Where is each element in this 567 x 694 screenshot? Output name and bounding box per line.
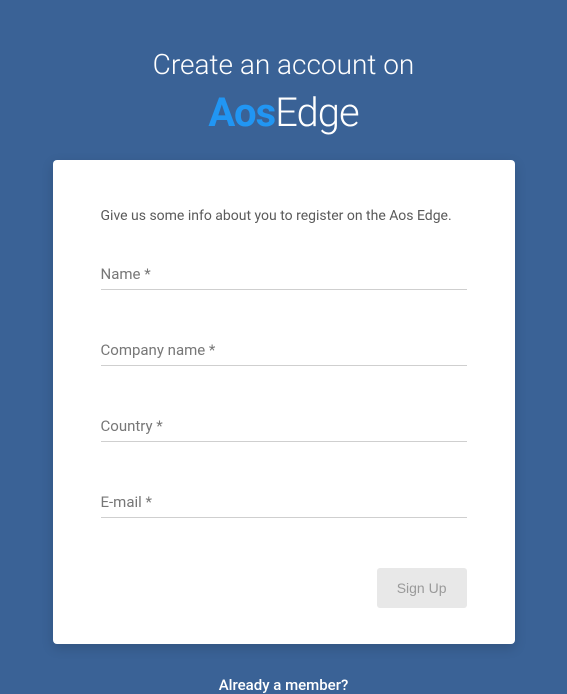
- signup-row: Sign Up: [101, 568, 467, 608]
- signup-button[interactable]: Sign Up: [377, 568, 467, 608]
- page-header: Create an account on AosEdge: [153, 0, 415, 160]
- signup-card: Give us some info about you to register …: [53, 160, 515, 644]
- card-intro-text: Give us some info about you to register …: [101, 208, 467, 224]
- logo-aos: Aos: [208, 89, 275, 136]
- logo: AosEdge: [153, 89, 415, 136]
- email-label: E-mail *: [101, 493, 152, 511]
- country-field[interactable]: Country *: [101, 416, 467, 442]
- header-title: Create an account on: [153, 48, 415, 81]
- company-label: Company name *: [101, 341, 216, 359]
- footer-already-member[interactable]: Already a member?: [219, 644, 349, 694]
- logo-edge: Edge: [275, 89, 359, 136]
- name-field[interactable]: Name *: [101, 264, 467, 290]
- company-field[interactable]: Company name *: [101, 340, 467, 366]
- name-label: Name *: [101, 265, 151, 283]
- country-label: Country *: [101, 417, 163, 435]
- email-field[interactable]: E-mail *: [101, 492, 467, 518]
